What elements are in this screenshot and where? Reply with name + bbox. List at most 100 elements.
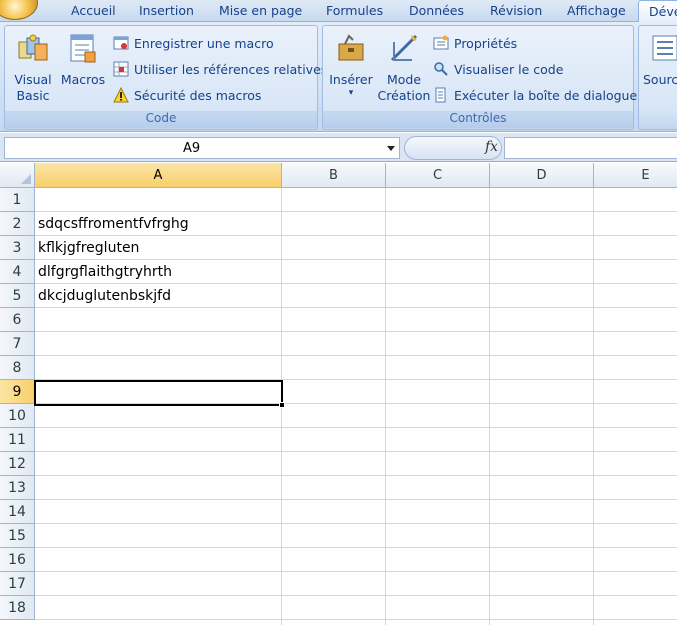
run-dialog-label: Exécuter la boîte de dialogue (454, 87, 638, 103)
column-header-c[interactable]: C (386, 163, 490, 188)
row-header-16[interactable]: 16 (0, 548, 35, 572)
design-mode-icon (390, 34, 418, 62)
row-header-15[interactable]: 15 (0, 524, 35, 548)
tab-mise-en-page[interactable]: Mise en page (219, 3, 302, 22)
row-header-2[interactable]: 2 (0, 212, 35, 236)
active-cell-a9[interactable] (34, 380, 283, 406)
relative-references-label: Utiliser les références relatives (134, 61, 328, 77)
row-header-14[interactable]: 14 (0, 500, 35, 524)
view-code-icon (434, 62, 448, 76)
visual-basic-icon (18, 34, 48, 61)
code-group-label: Code (5, 111, 317, 128)
macro-security-button[interactable]: Sécurité des macros (113, 85, 261, 105)
cell-a4[interactable]: dlfgrgflaithgtryhrth (38, 260, 172, 284)
row-header-17[interactable]: 17 (0, 572, 35, 596)
tab-affichage[interactable]: Affichage (567, 3, 626, 22)
controls-group-label: Contrôles (323, 111, 633, 128)
visual-basic-label-line1: Visual (14, 72, 52, 87)
row-header-5[interactable]: 5 (0, 284, 35, 308)
run-dialog-button[interactable]: Exécuter la boîte de dialogue (433, 85, 637, 105)
design-mode-label-line2: Création (377, 88, 431, 103)
gridline (35, 427, 677, 428)
select-all-button[interactable] (0, 163, 35, 188)
tab-accueil[interactable]: Accueil (71, 3, 116, 22)
visual-basic-button[interactable]: Visual Basic (13, 32, 53, 104)
design-mode-label-line1: Mode (386, 72, 422, 87)
toolbox-icon (338, 34, 364, 61)
tab-donnees[interactable]: Données (409, 3, 464, 22)
chevron-down-icon[interactable] (387, 146, 395, 151)
insert-function-icon[interactable]: fx (485, 139, 498, 155)
source-button[interactable]: Sourc (643, 32, 677, 88)
ribbon: Visual Basic Macros Enregistrer une macr… (0, 22, 677, 132)
gridline (385, 188, 386, 625)
row-header-13[interactable]: 13 (0, 476, 35, 500)
source-icon (652, 35, 677, 61)
formula-bar: A9 fx (0, 133, 677, 162)
gridline (35, 499, 677, 500)
gridline (35, 355, 677, 356)
row-header-6[interactable]: 6 (0, 308, 35, 332)
insert-control-label: Insérer (329, 72, 373, 87)
source-group-partial: Sourc (638, 25, 677, 130)
worksheet-grid: A B C D E 1 2 3 4 5 6 7 8 9 10 11 12 13 … (0, 163, 677, 625)
gridline (489, 188, 490, 625)
gridline (35, 331, 677, 332)
macros-label: Macros (60, 72, 106, 87)
visual-basic-label-line2: Basic (16, 88, 50, 103)
properties-label: Propriétés (454, 35, 518, 51)
row-header-12[interactable]: 12 (0, 452, 35, 476)
column-header-a[interactable]: A (35, 163, 282, 188)
row-header-11[interactable]: 11 (0, 428, 35, 452)
name-box-value: A9 (183, 141, 201, 156)
insert-dropdown-icon: ▾ (348, 88, 354, 98)
row-header-10[interactable]: 10 (0, 404, 35, 428)
gridline (35, 523, 677, 524)
view-code-label: Visualiser le code (454, 61, 564, 77)
tab-insertion[interactable]: Insertion (139, 3, 194, 22)
gridline (593, 188, 594, 625)
office-button[interactable] (0, 0, 38, 20)
cell-a5[interactable]: dkcjduglutenbskjfd (38, 284, 171, 308)
column-header-d[interactable]: D (490, 163, 594, 188)
properties-button[interactable]: Propriétés (433, 33, 517, 53)
row-header-3[interactable]: 3 (0, 236, 35, 260)
cell-a3[interactable]: kflkjgfregluten (38, 236, 139, 260)
design-mode-button[interactable]: Mode Création (377, 32, 431, 104)
row-header-1[interactable]: 1 (0, 188, 35, 212)
tab-revision[interactable]: Révision (490, 3, 542, 22)
relative-references-icon (113, 61, 129, 77)
record-macro-button[interactable]: Enregistrer une macro (113, 33, 274, 53)
formula-input[interactable] (504, 137, 677, 159)
column-header-e[interactable]: E (594, 163, 677, 188)
run-dialog-icon (435, 87, 446, 103)
row-header-4[interactable]: 4 (0, 260, 35, 284)
row-header-9[interactable]: 9 (0, 380, 35, 404)
warning-icon (113, 87, 129, 103)
tab-developpeur[interactable]: Déve (638, 0, 677, 23)
properties-icon (433, 35, 449, 50)
gridline (35, 571, 677, 572)
gridline (35, 475, 677, 476)
row-header-7[interactable]: 7 (0, 332, 35, 356)
row-header-18[interactable]: 18 (0, 596, 35, 620)
tab-formules[interactable]: Formules (326, 3, 383, 22)
controls-group: Insérer ▾ Mode Création Propriétés Visua… (322, 25, 637, 130)
record-macro-icon (113, 36, 129, 50)
cell-a2[interactable]: sdqcsffromentfvfrghg (38, 212, 189, 236)
fill-handle[interactable] (279, 402, 285, 408)
column-header-b[interactable]: B (282, 163, 386, 188)
ribbon-tab-strip: Accueil Insertion Mise en page Formules … (0, 0, 677, 23)
source-label: Sourc (643, 72, 677, 87)
gridline (35, 451, 677, 452)
gridline (35, 547, 677, 548)
macros-button[interactable]: Macros (59, 32, 107, 88)
row-header-8[interactable]: 8 (0, 356, 35, 380)
macro-security-label: Sécurité des macros (134, 87, 262, 103)
insert-control-button[interactable]: Insérer ▾ (328, 32, 374, 98)
gridline (35, 595, 677, 596)
name-box[interactable]: A9 (4, 137, 400, 159)
insert-function-area: fx (404, 136, 502, 160)
view-code-button[interactable]: Visualiser le code (433, 59, 563, 79)
relative-references-button[interactable]: Utiliser les références relatives (113, 59, 327, 79)
